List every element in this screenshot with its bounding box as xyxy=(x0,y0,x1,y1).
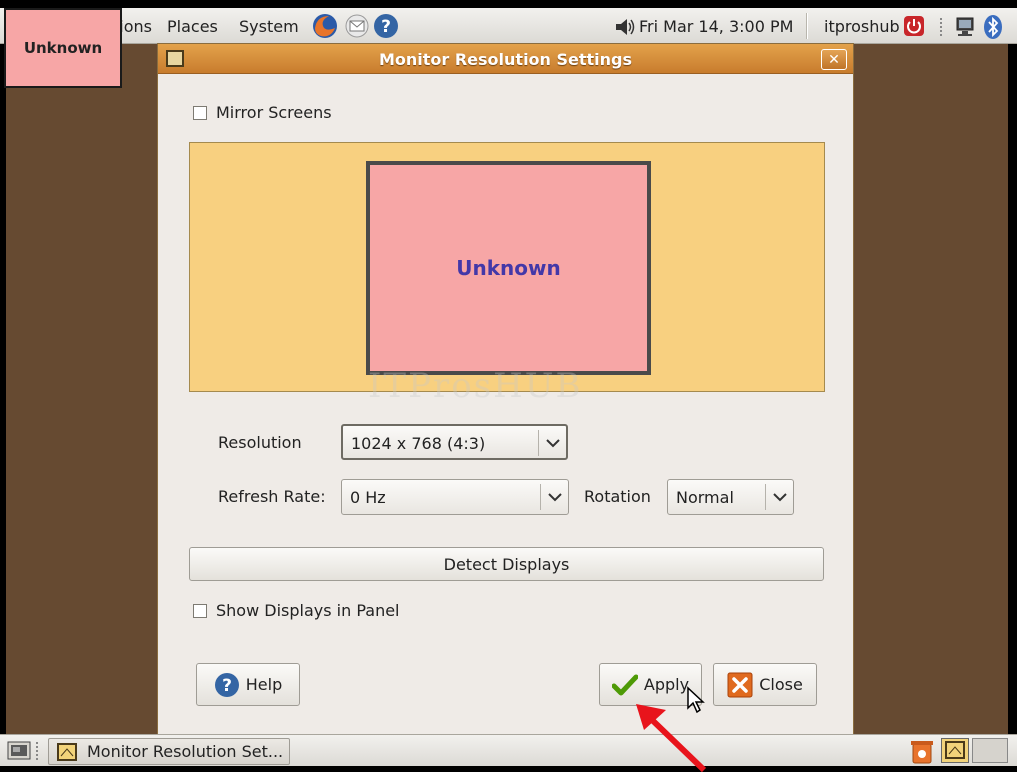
mirror-screens-label[interactable]: Mirror Screens xyxy=(216,103,332,122)
rotation-select[interactable]: Normal xyxy=(667,479,794,515)
resolution-value: 1024 x 768 (4:3) xyxy=(351,434,486,453)
bottom-panel: Monitor Resolution Set... xyxy=(0,734,1017,766)
watermark: ITProsHUB xyxy=(368,366,583,406)
refresh-rate-label: Refresh Rate: xyxy=(218,487,326,506)
svg-text:?: ? xyxy=(222,676,232,696)
show-desktop-icon[interactable] xyxy=(7,740,31,766)
show-displays-checkbox[interactable] xyxy=(193,604,207,618)
detect-displays-button[interactable]: Detect Displays xyxy=(189,547,824,581)
help-icon: ? xyxy=(214,672,240,698)
apply-button-label: Apply xyxy=(643,675,690,694)
dialog-titlebar[interactable]: Monitor Resolution Settings ✕ xyxy=(158,44,853,74)
refresh-rate-value: 0 Hz xyxy=(350,488,386,507)
dialog-title: Monitor Resolution Settings xyxy=(378,50,633,69)
resolution-select[interactable]: 1024 x 768 (4:3) xyxy=(341,424,568,460)
mirror-screens-checkbox[interactable] xyxy=(193,106,207,120)
workspace-switcher[interactable] xyxy=(941,738,969,763)
help-icon[interactable]: ? xyxy=(373,13,399,43)
firefox-icon[interactable] xyxy=(311,12,339,44)
chevron-down-icon xyxy=(540,484,568,510)
close-button[interactable]: Close xyxy=(713,663,817,706)
resolution-label: Resolution xyxy=(218,433,302,452)
user-menu[interactable]: itproshub xyxy=(824,17,900,36)
display-settings-icon xyxy=(57,742,77,761)
mail-icon[interactable] xyxy=(344,14,370,42)
monitor-preview[interactable]: Unknown xyxy=(366,161,651,375)
taskbar-window-title: Monitor Resolution Set... xyxy=(87,742,284,761)
menu-system[interactable]: System xyxy=(239,17,299,36)
help-button-label: Help xyxy=(245,675,283,694)
monitor-layout-area[interactable]: Unknown xyxy=(189,142,825,392)
workspace-2[interactable] xyxy=(972,738,1008,763)
monitor-name: Unknown xyxy=(456,256,561,280)
rotation-label: Rotation xyxy=(584,487,651,506)
panel-handle-icon xyxy=(36,742,40,760)
mouse-cursor-icon xyxy=(687,686,705,714)
help-button[interactable]: ? Help xyxy=(196,663,300,706)
refresh-rate-select[interactable]: 0 Hz xyxy=(341,479,569,515)
rotation-value: Normal xyxy=(676,488,734,507)
panel-handle-icon xyxy=(940,18,944,36)
taskbar-window-item[interactable]: Monitor Resolution Set... xyxy=(48,738,290,765)
close-window-button[interactable]: ✕ xyxy=(821,49,847,70)
volume-icon[interactable] xyxy=(614,17,636,41)
bluetooth-icon[interactable] xyxy=(983,14,1003,44)
menu-places[interactable]: Places xyxy=(167,17,218,36)
checkmark-icon xyxy=(611,674,638,696)
chevron-down-icon xyxy=(765,484,793,510)
network-icon[interactable] xyxy=(954,16,976,42)
monitor-resolution-dialog: Monitor Resolution Settings ✕ Mirror Scr… xyxy=(157,43,854,735)
close-icon xyxy=(727,672,753,698)
svg-text:?: ? xyxy=(381,17,391,37)
unknown-monitor-label: Unknown xyxy=(4,8,122,88)
close-button-label: Close xyxy=(759,675,803,694)
chevron-down-icon xyxy=(538,430,566,456)
trash-icon[interactable] xyxy=(910,738,934,768)
clock[interactable]: Fri Mar 14, 3:00 PM xyxy=(639,17,793,36)
panel-separator xyxy=(806,13,808,39)
show-displays-label[interactable]: Show Displays in Panel xyxy=(216,601,400,620)
power-icon[interactable] xyxy=(903,15,925,41)
top-panel: Applications Places System ? Fri Mar 14,… xyxy=(0,8,1017,44)
